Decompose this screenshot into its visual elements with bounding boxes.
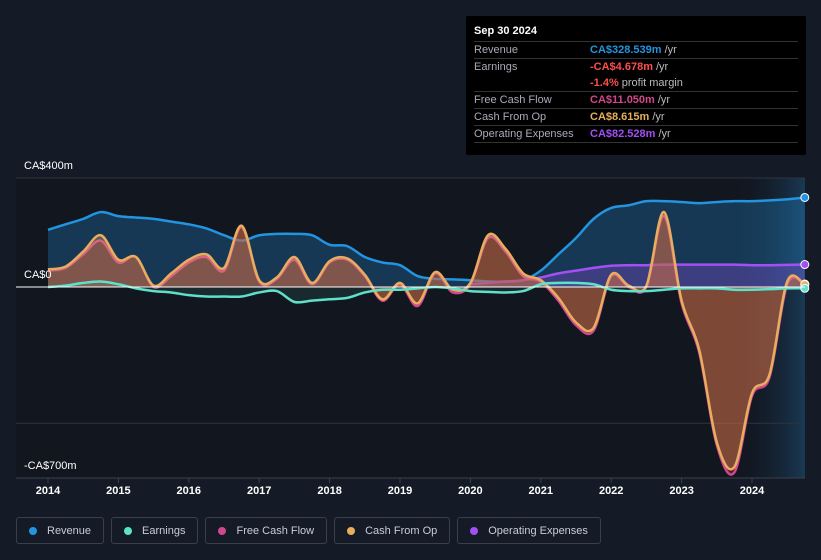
legend-item-free-cash-flow[interactable]: Free Cash Flow bbox=[205, 517, 328, 544]
x-tick-label: 2020 bbox=[458, 485, 483, 497]
tooltip-row-unit: /yr bbox=[658, 128, 671, 140]
tooltip-row: Revenue CA$328.539m/yr bbox=[474, 42, 798, 59]
legend-dot-icon bbox=[29, 526, 37, 535]
y-tick-label-400: CA$400m bbox=[24, 160, 73, 172]
earnings-end-marker bbox=[800, 283, 810, 293]
x-tick-label: 2018 bbox=[317, 485, 342, 497]
tooltip-row-label: Earnings bbox=[474, 61, 518, 73]
legend-item-earnings[interactable]: Earnings bbox=[111, 517, 199, 544]
legend: Revenue Earnings Free Cash Flow Cash From O… bbox=[16, 517, 601, 544]
tooltip-row-value: CA$82.528m bbox=[590, 128, 656, 140]
x-tick-label: 2021 bbox=[528, 485, 554, 497]
tooltip-row-unit: /yr bbox=[657, 94, 671, 106]
legend-dot-icon bbox=[470, 526, 479, 535]
legend-dot-icon bbox=[347, 526, 356, 535]
tooltip-row-label bbox=[474, 75, 590, 91]
legend-label: Operating Expenses bbox=[488, 524, 588, 537]
x-tick-label: 2017 bbox=[246, 485, 272, 497]
tooltip-row-unit: /yr bbox=[655, 61, 669, 73]
legend-label: Free Cash Flow bbox=[236, 524, 315, 537]
x-tick-label: 2023 bbox=[669, 485, 694, 497]
x-tick-label: 2016 bbox=[176, 485, 202, 497]
x-tick-label: 2024 bbox=[739, 485, 765, 497]
tooltip-row: -1.4% profit margin bbox=[474, 75, 798, 92]
tooltip-row-label: Cash From Op bbox=[474, 111, 547, 123]
operating-expenses-end-marker bbox=[800, 260, 810, 270]
legend-dot-icon bbox=[124, 526, 133, 535]
tooltip-row: Operating Expenses CA$82.528m/yr bbox=[474, 126, 798, 143]
tooltip-row-label: Free Cash Flow bbox=[474, 94, 552, 106]
tooltip-panel: Sep 30 2024 Revenue CA$328.539m/yr Earning… bbox=[466, 16, 806, 155]
legend-dot-icon bbox=[218, 526, 227, 535]
legend-item-revenue[interactable]: Revenue bbox=[16, 517, 105, 544]
tooltip-row-unit: profit margin bbox=[621, 77, 683, 89]
tooltip-row-label: Revenue bbox=[474, 44, 519, 56]
tooltip-row-value: CA$8.615m bbox=[590, 111, 650, 123]
tooltip-row-value: CA$11.050m bbox=[590, 94, 655, 106]
legend-item-cash-from-op[interactable]: Cash From Op bbox=[334, 517, 451, 544]
legend-label: Earnings bbox=[142, 524, 186, 537]
tooltip-row: Free Cash Flow CA$11.050m/yr bbox=[474, 92, 798, 109]
y-tick-label-neg700: -CA$700m bbox=[24, 460, 77, 472]
x-tick-label: 2022 bbox=[598, 485, 624, 497]
tooltip-row-value: -1.4% bbox=[590, 77, 619, 89]
tooltip-row-unit: /yr bbox=[652, 111, 665, 123]
x-tick-label: 2015 bbox=[106, 485, 131, 497]
tooltip-date: Sep 30 2024 bbox=[474, 22, 798, 42]
legend-label: Revenue bbox=[47, 524, 92, 537]
tooltip-row-label: Operating Expenses bbox=[474, 128, 574, 140]
legend-item-operating-expenses[interactable]: Operating Expenses bbox=[457, 517, 601, 544]
revenue-end-marker bbox=[800, 192, 810, 202]
tooltip-row: Cash From Op CA$8.615m/yr bbox=[474, 109, 798, 126]
tooltip-row-unit: /yr bbox=[664, 44, 677, 56]
tooltip-row: Earnings -CA$4.678m/yr bbox=[474, 59, 798, 75]
y-tick-label-0: CA$0 bbox=[24, 269, 52, 281]
legend-label: Cash From Op bbox=[365, 524, 438, 537]
x-tick-label: 2019 bbox=[387, 485, 413, 497]
tooltip-row-value: CA$328.539m bbox=[590, 44, 662, 56]
tooltip-row-value: -CA$4.678m bbox=[590, 61, 653, 73]
x-tick-label: 2014 bbox=[35, 485, 61, 497]
